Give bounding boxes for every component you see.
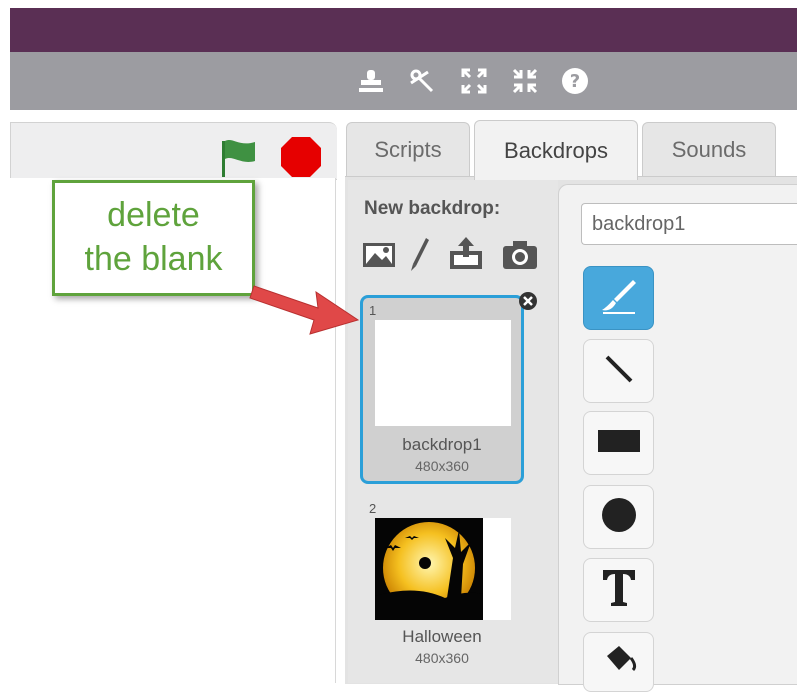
halloween-preview-image (375, 518, 511, 620)
ellipse-tool-button[interactable] (583, 485, 654, 549)
backdrop-size: 480x360 (415, 458, 469, 474)
backdrop-number: 2 (369, 501, 377, 516)
backdrop-name: Halloween (402, 627, 482, 646)
rectangle-tool-button[interactable] (583, 411, 654, 475)
backdrop-name-input[interactable] (581, 203, 797, 245)
new-backdrop-label: New backdrop: (364, 198, 501, 219)
top-menu-bar (10, 8, 797, 52)
annotation-line-1: delete (107, 196, 200, 234)
backdrop-thumb-2[interactable]: 2 Halloween 480x360 (360, 500, 524, 683)
stage-header (10, 122, 337, 180)
text-icon (601, 568, 637, 613)
backdrop-number: 1 (369, 303, 377, 318)
text-tool-button[interactable] (583, 558, 654, 622)
backdrop-name: backdrop1 (402, 435, 482, 454)
duplicate-stamp-icon[interactable] (356, 66, 386, 96)
annotation-callout: delete the blank (52, 180, 255, 296)
line-tool-button[interactable] (583, 339, 654, 403)
choose-from-library-icon[interactable] (362, 240, 396, 275)
line-icon (601, 351, 637, 392)
tab-backdrops[interactable]: Backdrops (474, 120, 638, 180)
grow-icon[interactable] (459, 66, 489, 96)
backdrop-preview-blank (375, 320, 511, 426)
annotation-line-2: the blank (84, 240, 223, 278)
tool-bar: ? (10, 52, 797, 110)
tab-scripts[interactable]: Scripts (346, 122, 470, 176)
tab-sounds[interactable]: Sounds (642, 122, 776, 176)
help-icon[interactable]: ? (560, 66, 590, 96)
camera-icon[interactable] (502, 240, 538, 275)
green-flag-icon[interactable] (219, 137, 259, 184)
brush-icon (599, 276, 639, 321)
backdrop-list: New backdrop: 1 backdrop1 480x360 2 Hall… (348, 180, 558, 683)
fill-tool-button[interactable] (583, 632, 654, 692)
cut-scissors-icon[interactable] (407, 66, 437, 96)
svg-text:?: ? (570, 71, 580, 92)
ellipse-icon (600, 496, 638, 539)
brush-tool-button[interactable] (583, 266, 654, 330)
backdrop-size: 480x360 (415, 650, 469, 666)
delete-backdrop-icon[interactable] (518, 291, 538, 316)
annotation-arrow (246, 270, 366, 355)
rectangle-icon (597, 428, 641, 459)
upload-file-icon[interactable] (448, 235, 484, 276)
fill-bucket-icon (601, 642, 637, 683)
paint-new-icon[interactable] (408, 236, 430, 277)
shrink-icon[interactable] (510, 66, 540, 96)
stop-icon[interactable] (279, 135, 323, 184)
backdrop-thumb-1[interactable]: 1 backdrop1 480x360 (360, 292, 537, 484)
